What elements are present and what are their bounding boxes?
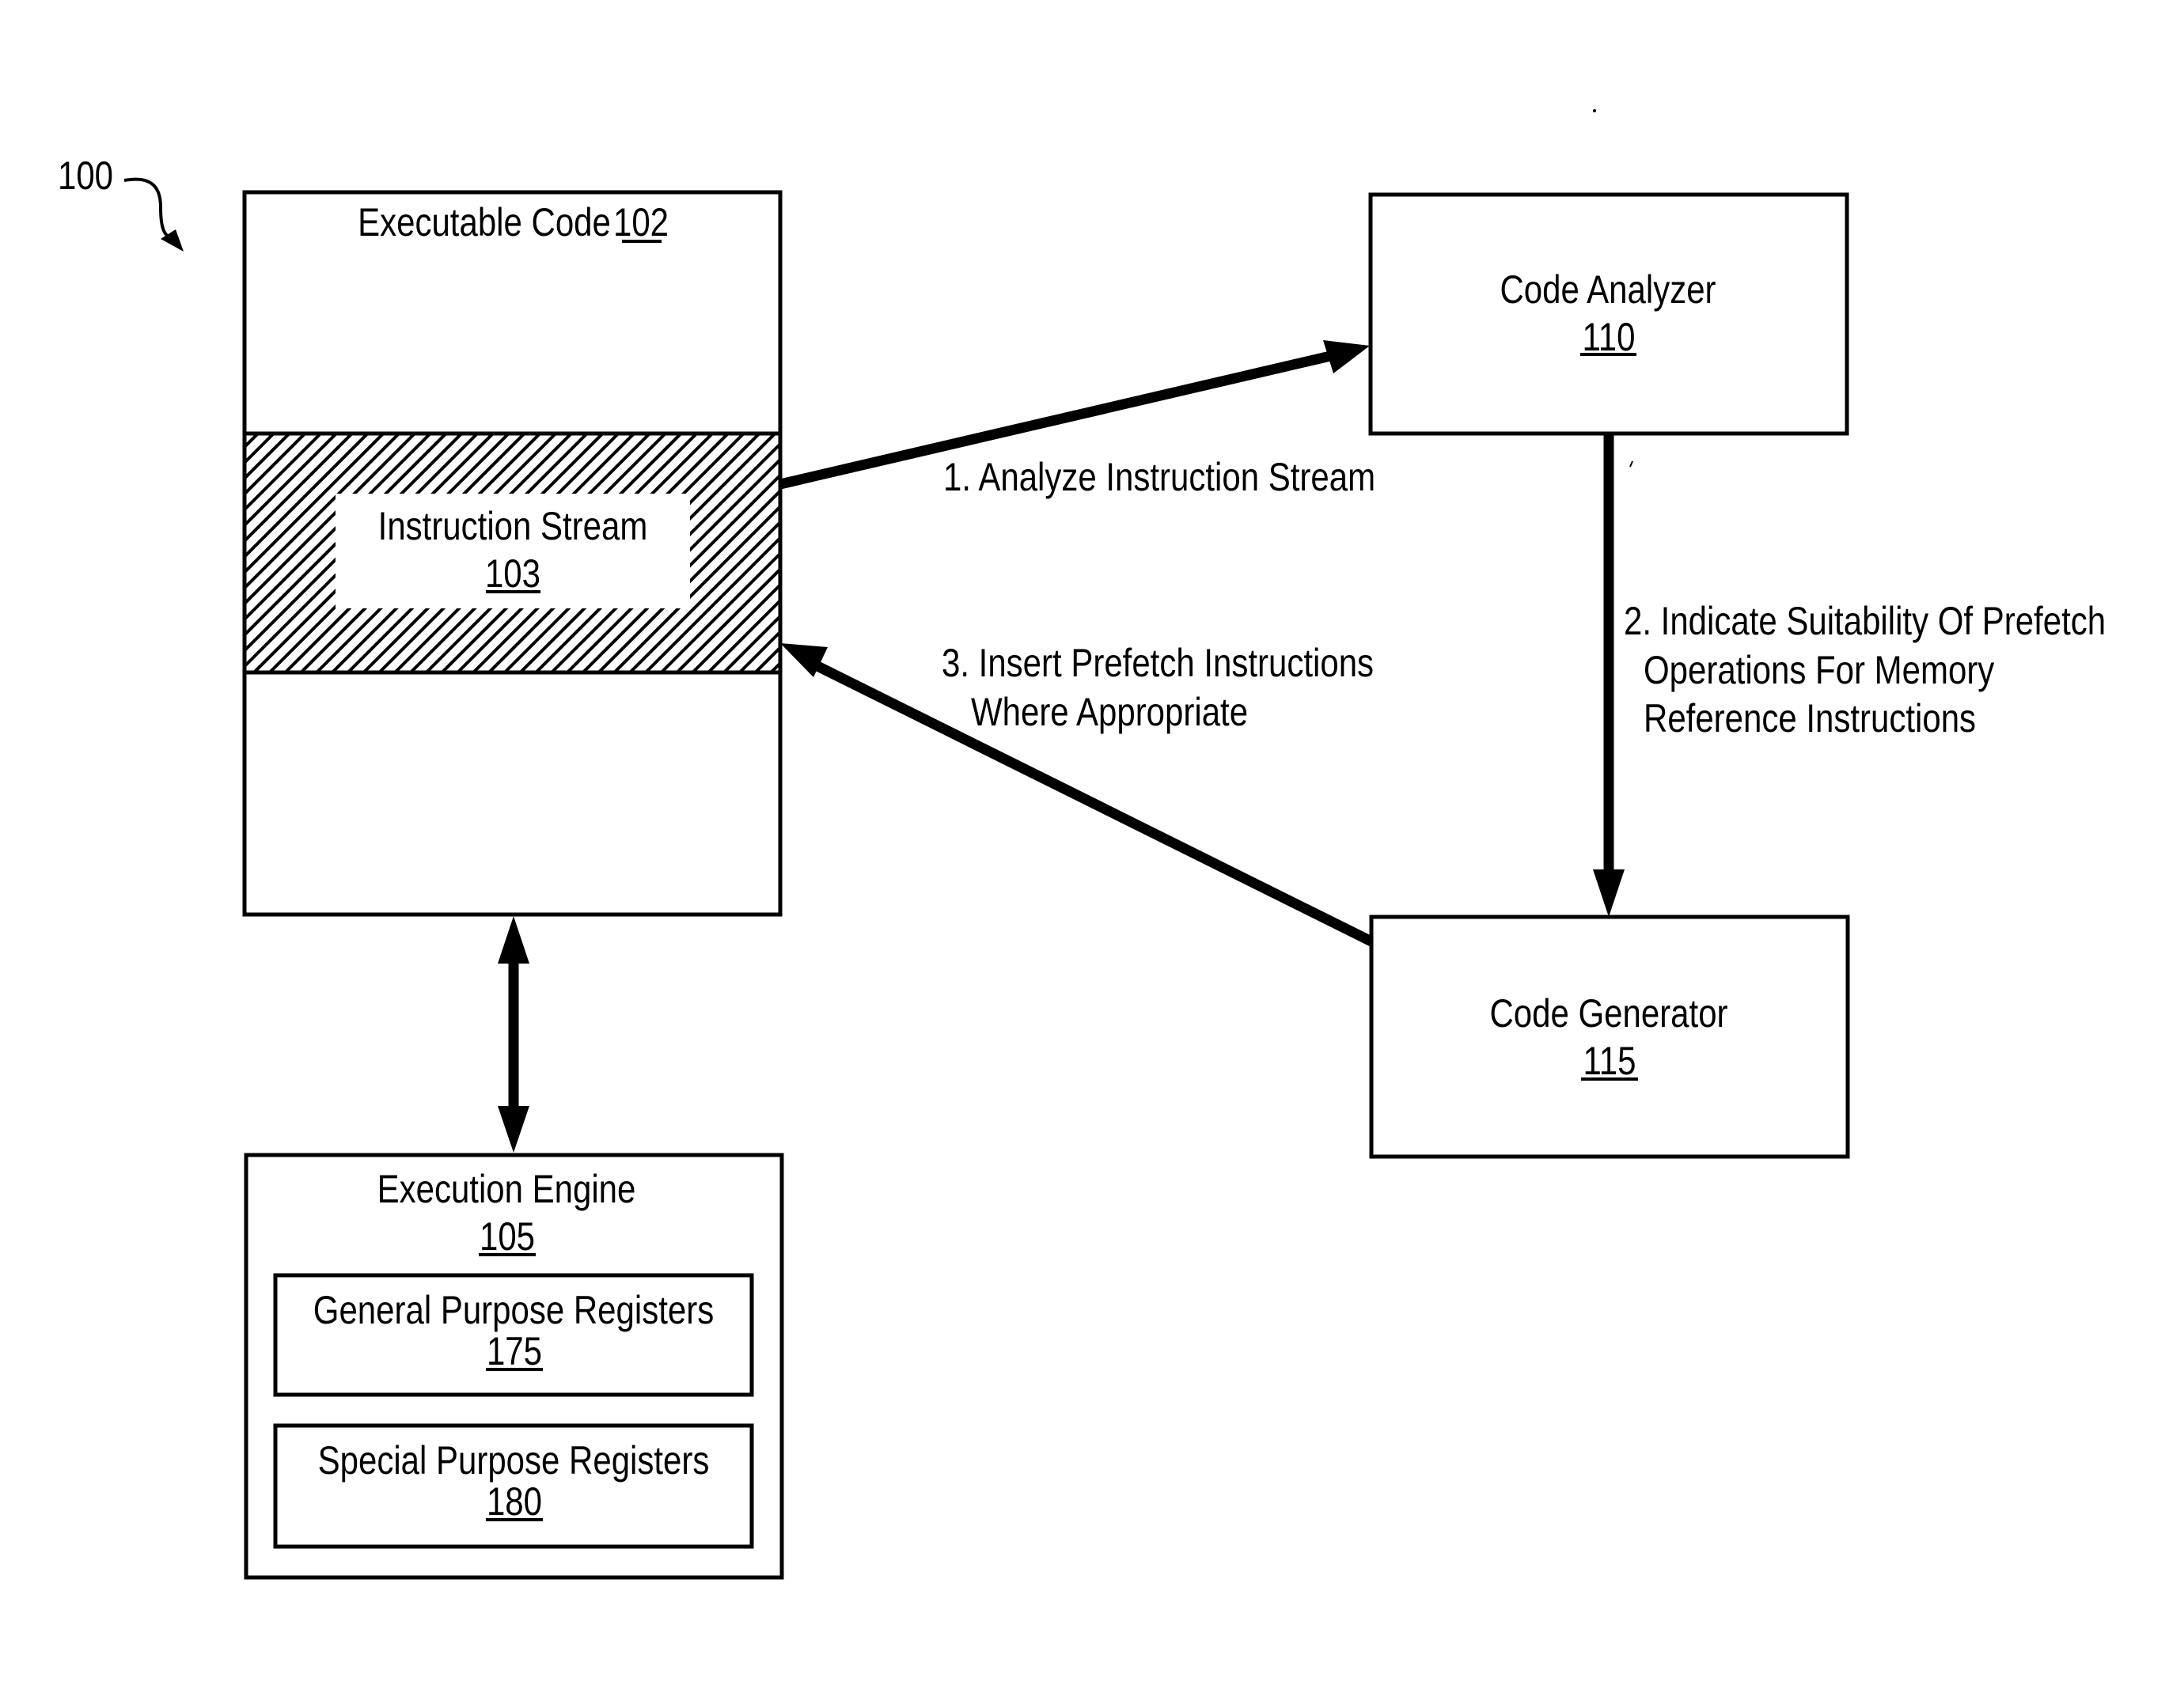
figure-reference: 100: [58, 153, 184, 252]
flow-label-step1: 1. Analyze Instruction Stream: [943, 455, 1375, 499]
general-purpose-registers-block: General Purpose Registers 175: [273, 1273, 754, 1397]
special-purpose-registers-ref: 180: [487, 1479, 542, 1524]
arrowhead-icon: [1323, 340, 1370, 373]
flow-arrow-step3: [780, 643, 1374, 946]
patent-figure: 100 Executable Code 102 Instruction Stre…: [0, 0, 2169, 1708]
general-purpose-registers-ref: 175: [487, 1329, 542, 1373]
executable-code-ref: 102: [613, 200, 669, 244]
arrowhead-icon: [1593, 869, 1625, 917]
instruction-stream-ref: 103: [485, 551, 540, 596]
execution-engine-title: Execution Engine: [377, 1167, 636, 1211]
flow-label-step3-line2: Where Appropriate: [971, 690, 1248, 734]
scan-speck: [1593, 109, 1596, 112]
code-analyzer-title: Code Analyzer: [1500, 267, 1716, 312]
code-generator-title: Code Generator: [1489, 991, 1727, 1036]
special-purpose-registers-block: Special Purpose Registers 180: [273, 1423, 754, 1549]
flow-label-step2-line1: 2. Indicate Suitability Of Prefetch: [1624, 599, 2106, 643]
general-purpose-registers-title: General Purpose Registers: [313, 1288, 714, 1332]
flow-label-step2-line3: Reference Instructions: [1644, 696, 1976, 740]
code-analyzer-ref: 110: [1583, 315, 1636, 359]
instruction-stream-title: Instruction Stream: [378, 504, 648, 548]
arrowhead-up-icon: [498, 916, 529, 964]
instruction-stream-block: Instruction Stream 103: [242, 431, 783, 675]
curved-leader-arrow-icon: [123, 177, 173, 241]
figure-reference-number: 100: [58, 153, 113, 198]
execution-engine-block: Execution Engine 105 General Purpose Reg…: [244, 1153, 784, 1580]
executable-code-title: Executable Code: [358, 200, 611, 244]
arrowhead-down-icon: [498, 1106, 529, 1153]
bidirectional-arrow: [498, 916, 529, 1153]
flow-label-step3-line1: 3. Insert Prefetch Instructions: [942, 641, 1374, 685]
scan-speck: [1629, 460, 1633, 468]
code-generator-ref: 115: [1583, 1039, 1636, 1083]
flow-label-step2-line2: Operations For Memory: [1644, 648, 1994, 692]
special-purpose-registers-title: Special Purpose Registers: [318, 1438, 710, 1483]
flow-arrow-step2: [1593, 434, 1625, 917]
execution-engine-ref: 105: [480, 1214, 535, 1259]
code-generator-block: Code Generator 115: [1369, 915, 1850, 1159]
code-analyzer-block: Code Analyzer 110: [1368, 192, 1849, 436]
